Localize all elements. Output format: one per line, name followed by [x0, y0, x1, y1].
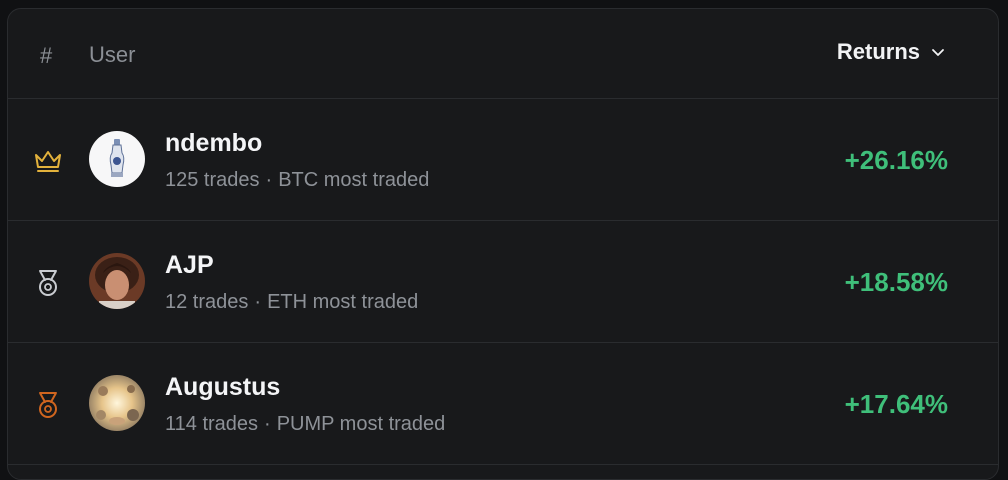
returns-value: +26.16% [844, 145, 948, 175]
user-name[interactable]: Augustus [165, 373, 280, 402]
returns-column-header: Returns [836, 39, 920, 64]
leaderboard-header: # User Returns [8, 9, 998, 99]
bronze-medal-icon [39, 392, 57, 418]
meta-separator: · [254, 291, 262, 313]
user-name[interactable]: ndembo [165, 129, 262, 158]
meta-separator: · [265, 169, 273, 191]
most-traded: BTC most traded [278, 169, 430, 191]
user-meta: 12 trades · ETH most traded [165, 291, 418, 314]
crown-icon [35, 151, 61, 172]
leaderboard-row[interactable]: Augustus 114 trades · PUMP most traded +17… [8, 343, 998, 465]
user-name[interactable]: AJP [165, 251, 214, 280]
silver-medal-icon [39, 270, 57, 296]
avatar[interactable] [89, 375, 145, 431]
most-traded: ETH most traded [267, 291, 419, 313]
trade-count: 125 trades [165, 169, 260, 191]
trade-count: 12 trades [165, 291, 249, 313]
avatar[interactable] [89, 131, 145, 187]
returns-sort-button[interactable]: Returns [837, 39, 946, 65]
returns-value: +17.64% [844, 389, 948, 419]
most-traded: PUMP most traded [276, 413, 446, 435]
user-column-header: User [89, 42, 136, 67]
user-meta: 125 trades · BTC most traded [165, 169, 429, 192]
leaderboard-panel: # User Returns ndembo 125 trades · BTC mo [7, 8, 999, 480]
leaderboard-row[interactable]: ndembo 125 trades · BTC most traded +26.16… [8, 99, 998, 221]
leaderboard-row[interactable]: AJP 12 trades · ETH most traded +18.58% [8, 221, 998, 343]
avatar[interactable] [89, 253, 145, 309]
trade-count: 114 trades [165, 413, 259, 435]
returns-value: +18.58% [844, 267, 948, 297]
chevron-down-icon [932, 49, 944, 56]
rank-column-header: # [40, 43, 53, 68]
meta-separator: · [264, 413, 271, 435]
user-meta: 114 trades · PUMP most traded [165, 413, 445, 436]
